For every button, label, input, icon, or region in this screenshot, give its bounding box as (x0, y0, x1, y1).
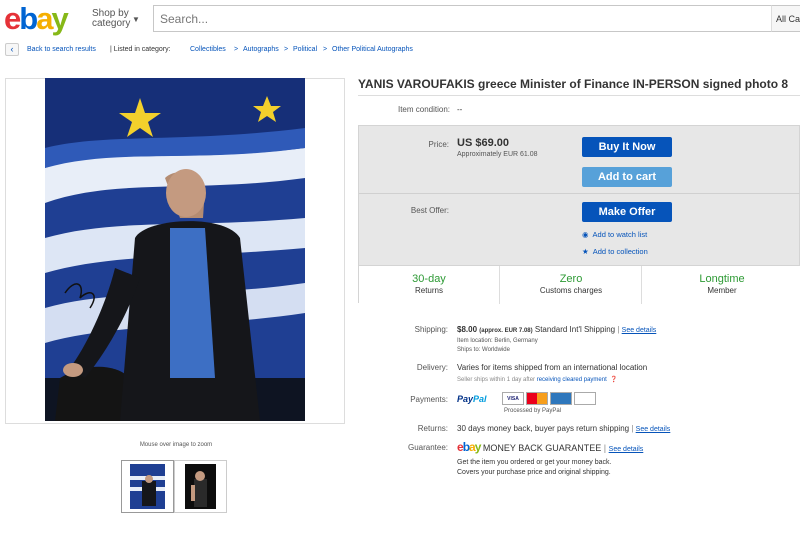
add-to-cart-button[interactable]: Add to cart (582, 167, 672, 187)
money-back-guarantee: ebay MONEY BACK GUARANTEE | See details (457, 440, 643, 454)
feature-member: Longtime Member (643, 266, 800, 304)
feature-small: Member (707, 286, 737, 295)
chevron-down-icon: ▼ (132, 15, 140, 24)
breadcrumb-separator: > (234, 46, 239, 53)
shop-by-line2: category (92, 18, 131, 29)
ebay-logo[interactable]: ebay (4, 3, 69, 35)
feature-big: 30-day (412, 273, 446, 285)
buybox-divider (359, 193, 800, 194)
ships-to: Ships to: Worldwide (457, 347, 510, 353)
shipping-service: Standard Int'l Shipping (534, 325, 616, 334)
thumbnail-image (130, 464, 165, 509)
price-label: Price: (428, 140, 449, 149)
payments-label: Payments: (410, 395, 448, 404)
guarantee-label: Guarantee: (407, 443, 448, 452)
feature-strip: 30-day Returns Zero Customs charges Long… (359, 265, 800, 304)
feature-customs: Zero Customs charges (501, 266, 642, 304)
paypal-logo: PayPal (457, 394, 487, 404)
listing-title: YANIS VAROUFAKIS greece Minister of Fina… (358, 77, 789, 91)
condition-value: -- (457, 105, 463, 114)
title-divider (358, 95, 800, 96)
delivery-note-text: Seller ships within 1 day after (457, 377, 536, 383)
payment-cards: VISA (502, 392, 596, 406)
thumbnail-image (185, 464, 216, 509)
shipping-approx: (approx. EUR 7.08) (479, 328, 533, 334)
buy-it-now-button[interactable]: Buy It Now (582, 137, 672, 157)
item-location: Item location: Berlin, Germany (457, 338, 538, 344)
shipping-see-details-link[interactable]: See details (622, 327, 657, 334)
ebay-small-logo: ebay (457, 440, 481, 454)
guarantee-line1: Get the item you ordered or get your mon… (457, 459, 612, 466)
breadcrumb-item-autographs[interactable]: Autographs (243, 46, 279, 53)
make-offer-button[interactable]: Make Offer (582, 202, 672, 222)
thumbnail-2[interactable] (174, 460, 227, 513)
shop-by-category-button[interactable]: Shop by category ▼ (92, 9, 140, 29)
back-to-search-link[interactable]: Back to search results (27, 46, 96, 53)
amex-card-icon (550, 392, 572, 405)
divider: | (603, 443, 607, 453)
info-icon[interactable]: ❓ (608, 377, 617, 383)
guarantee-title: MONEY BACK GUARANTEE (482, 443, 602, 453)
returns-see-details-link[interactable]: See details (636, 426, 671, 433)
returns-text: 30 days money back, buyer pays return sh… (457, 424, 630, 433)
price-approx: Approximately EUR 61.08 (457, 151, 538, 158)
shipping-label: Shipping: (414, 325, 448, 334)
eye-icon: ◉ (582, 230, 589, 239)
star-icon: ★ (582, 247, 589, 256)
price-value: US $69.00 (457, 137, 509, 149)
signed-photo-image (45, 78, 305, 421)
add-to-watch-list-link[interactable]: ◉ Add to watch list (582, 230, 647, 239)
returns-label: Returns: (417, 424, 448, 433)
delivery-label: Delivery: (416, 363, 448, 372)
feature-big: Longtime (699, 273, 745, 285)
breadcrumb-separator: > (323, 46, 328, 53)
paypal-pay: Pay (457, 394, 474, 404)
divider: | (617, 325, 620, 334)
delivery-value: Varies for items shipped from an interna… (457, 363, 648, 372)
visa-card-icon: VISA (502, 392, 524, 405)
header: ebay Shop by category ▼ Search... All Ca… (0, 0, 800, 40)
cleared-payment-link[interactable]: receiving cleared payment (537, 377, 607, 383)
back-arrow-icon[interactable]: ‹ (5, 43, 19, 56)
delivery-note: Seller ships within 1 day after receivin… (457, 376, 618, 383)
condition-label: Item condition: (397, 105, 450, 114)
thumbnail-1[interactable] (121, 460, 174, 513)
breadcrumb-item-political[interactable]: Political (293, 46, 317, 53)
divider: | (631, 424, 634, 433)
breadcrumb-item-collectibles[interactable]: Collectibles (190, 46, 226, 53)
listed-in-label: | Listed in category: (110, 46, 171, 53)
best-offer-label: Best Offer: (410, 206, 449, 215)
shipping-cost: $8.00 (457, 325, 478, 334)
paypal-pal: Pal (473, 394, 487, 404)
guarantee-line2: Covers your purchase price and original … (457, 469, 611, 476)
zoom-hint: Mouse over image to zoom (139, 442, 213, 448)
processed-by-paypal: Processed by PayPal (504, 408, 562, 414)
shipping-value: $8.00 (approx. EUR 7.08) Standard Int'l … (457, 325, 656, 334)
watch-label: Add to watch list (592, 230, 648, 239)
add-to-collection-link[interactable]: ★ Add to collection (582, 247, 648, 256)
feature-small: Customs charges (539, 286, 603, 295)
collection-label: Add to collection (592, 247, 648, 256)
feature-returns: 30-day Returns (359, 266, 500, 304)
feature-small: Returns (414, 286, 443, 295)
discover-card-icon (574, 392, 596, 405)
guarantee-see-details-link[interactable]: See details (609, 446, 644, 453)
feature-big: Zero (559, 273, 583, 285)
mastercard-icon (526, 392, 548, 405)
main-product-photo[interactable] (45, 78, 305, 421)
breadcrumb-item-other-political[interactable]: Other Political Autographs (332, 46, 413, 53)
buy-box: Price: US $69.00 Approximately EUR 61.08… (358, 125, 800, 304)
returns-value: 30 days money back, buyer pays return sh… (457, 424, 670, 433)
breadcrumb: ‹ Back to search results | Listed in cat… (0, 42, 800, 58)
search-input[interactable]: Search... (153, 5, 773, 32)
category-select[interactable]: All Cat (771, 5, 800, 32)
breadcrumb-separator: > (284, 46, 289, 53)
